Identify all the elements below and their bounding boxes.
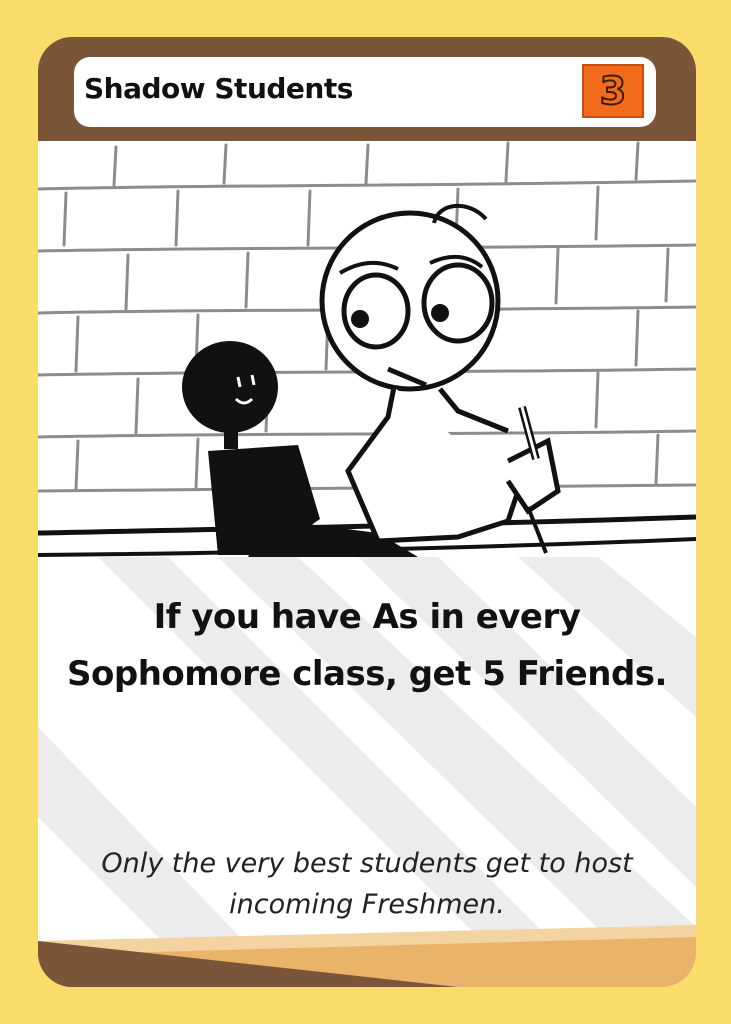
game-card[interactable]: Shadow Students 3 If you have As in ever… — [38, 37, 696, 987]
card-footer-band — [38, 925, 696, 987]
